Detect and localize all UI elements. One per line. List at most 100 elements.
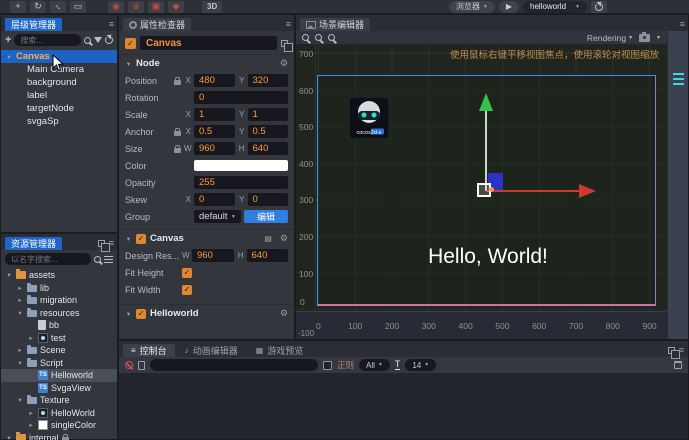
assets-search-input[interactable] [5,253,91,265]
opacity-input[interactable]: 255 [194,176,288,189]
asset-item[interactable]: ▸ singleColor [1,419,117,432]
panel-menu-icon[interactable]: ≡ [680,20,685,29]
hierarchy-node[interactable]: background [1,76,117,89]
section-canvas[interactable]: ▾ Canvas ▤ ⚙ [119,229,294,247]
regex-checkbox[interactable] [323,360,332,370]
tab-assets[interactable]: 资源管理器 [5,237,63,250]
scale-tool-button[interactable]: ↔ [50,0,66,13]
cocos-sprite[interactable]: cocos2d-x [349,97,389,139]
lock-icon[interactable] [174,144,181,153]
search-icon[interactable] [94,255,101,263]
asset-item[interactable]: ▸ Scene [1,344,117,357]
asset-item[interactable]: ▸ HelloWorld [1,407,117,420]
tab-scene[interactable]: 场景编辑器 [300,18,371,31]
tab-hierarchy[interactable]: 层级管理器 [5,18,63,31]
panel-menu-icon[interactable]: ≡ [109,20,114,29]
hierarchy-node[interactable]: ▾ Canvas [1,50,117,63]
position-x-input[interactable]: 480 [194,74,235,87]
open-log-icon[interactable] [138,360,145,370]
asset-item[interactable]: SvgaView [1,382,117,395]
console-tab[interactable]: ≡ 控制台 [123,344,175,357]
play-button[interactable]: ▶ [498,0,519,13]
component-enabled-checkbox[interactable] [136,308,146,319]
asset-item[interactable]: ▸ lib [1,282,117,295]
gizmo-anchor-button[interactable]: ⊕ [128,0,144,13]
hello-world-label[interactable]: Hello, World! [388,245,588,269]
asset-item[interactable]: ▾ Texture [1,394,117,407]
lock-icon[interactable] [174,127,181,136]
filter-icon[interactable] [94,37,102,43]
node-link-icon[interactable] [281,39,293,52]
hierarchy-node[interactable]: label [1,89,117,102]
panel-menu-icon[interactable]: ≡ [286,20,291,29]
asset-item[interactable]: ▾ resources [1,307,117,320]
rendering-select[interactable]: Rendering ▼ [587,33,633,43]
log-level-select[interactable]: All ▼ [359,359,390,371]
chevron-down-icon[interactable]: ▼ [656,35,661,41]
rect-tool-button[interactable]: ▭ [70,0,86,13]
group-edit-button[interactable]: 编辑 [244,210,288,223]
asset-item[interactable]: ▾ internal [1,431,117,440]
asset-item[interactable]: ▸ migration [1,294,117,307]
trash-icon[interactable] [674,361,682,369]
design-w-input[interactable]: 960 [192,249,234,262]
gear-icon[interactable]: ⚙ [280,233,288,244]
node-name-field[interactable]: Canvas [140,36,277,50]
asset-item[interactable]: Helloworld [1,369,117,382]
hierarchy-node[interactable]: svgaSp [1,115,117,128]
sort-icon[interactable] [104,255,113,263]
position-y-input[interactable]: 320 [247,74,288,87]
asset-item[interactable]: bb [1,319,117,332]
right-dock-strip[interactable] [667,31,688,339]
rotate-tool-button[interactable]: ↻ [30,0,46,13]
anchor-y-input[interactable]: 0.5 [247,125,288,138]
section-node[interactable]: ▾ Node ⚙ [119,54,294,72]
asset-item[interactable]: ▾ Script [1,357,117,370]
zoom-out-icon[interactable] [315,34,322,41]
console-output[interactable] [119,373,688,439]
fit-width-checkbox[interactable] [182,284,192,295]
size-h-input[interactable]: 640 [247,142,288,155]
gear-icon[interactable]: ⚙ [280,58,288,69]
search-icon[interactable] [84,36,91,44]
move-tool-button[interactable]: + [10,0,26,13]
clear-console-icon[interactable] [125,361,133,369]
asset-item[interactable]: ▾ assets [1,269,117,282]
gizmo-x-axis-arrow[interactable] [579,184,596,198]
zoom-in-icon[interactable] [302,34,309,41]
gizmo-world-button[interactable]: ◆ [168,0,184,13]
section-helloworld[interactable]: ▾ Helloworld ⚙ [119,304,294,322]
fit-height-checkbox[interactable] [182,267,192,278]
gizmo-pivot-button[interactable]: ◉ [108,0,124,13]
console-filter-input[interactable] [150,359,318,371]
help-icon[interactable]: ▤ [264,234,272,243]
skew-y-input[interactable]: 0 [247,193,288,206]
tab-inspector[interactable]: 属性检查器 [123,18,192,31]
gizmo-y-axis-arrow[interactable] [479,93,493,111]
rotation-input[interactable]: 0 [194,91,288,104]
scene-viewport[interactable]: 使用鼠标右键平移视图焦点，使用滚轮对视图缩放 700 600 500 400 300 20… [296,45,667,339]
scene-select[interactable]: helloworld ▼ [523,0,587,13]
hierarchy-node[interactable]: Main Camera [1,63,117,76]
component-enabled-checkbox[interactable] [136,233,146,244]
design-h-input[interactable]: 640 [246,249,288,262]
gear-icon[interactable]: ⚙ [280,308,288,319]
font-size-select[interactable]: 14 ▼ [405,359,437,371]
gizmo-local-button[interactable]: ▣ [148,0,164,13]
anchor-x-input[interactable]: 0.5 [194,125,235,138]
camera-icon[interactable] [639,31,651,42]
size-w-input[interactable]: 960 [194,142,235,155]
color-swatch[interactable] [194,160,288,171]
hierarchy-node[interactable]: targetNode [1,102,117,115]
skew-x-input[interactable]: 0 [194,193,235,206]
popout-icon[interactable] [667,347,680,359]
lock-icon[interactable] [174,76,181,85]
asset-item[interactable]: ▸ test [1,332,117,345]
browser-select[interactable]: 浏览器 ▼ [448,0,495,13]
popout-icon[interactable] [97,240,110,252]
refresh-icon[interactable] [105,36,113,44]
console-tab[interactable]: ▦ 游戏预览 [248,344,312,357]
node-active-checkbox[interactable] [125,37,136,49]
scale-x-input[interactable]: 1 [194,108,235,121]
zoom-reset-icon[interactable] [328,34,335,41]
